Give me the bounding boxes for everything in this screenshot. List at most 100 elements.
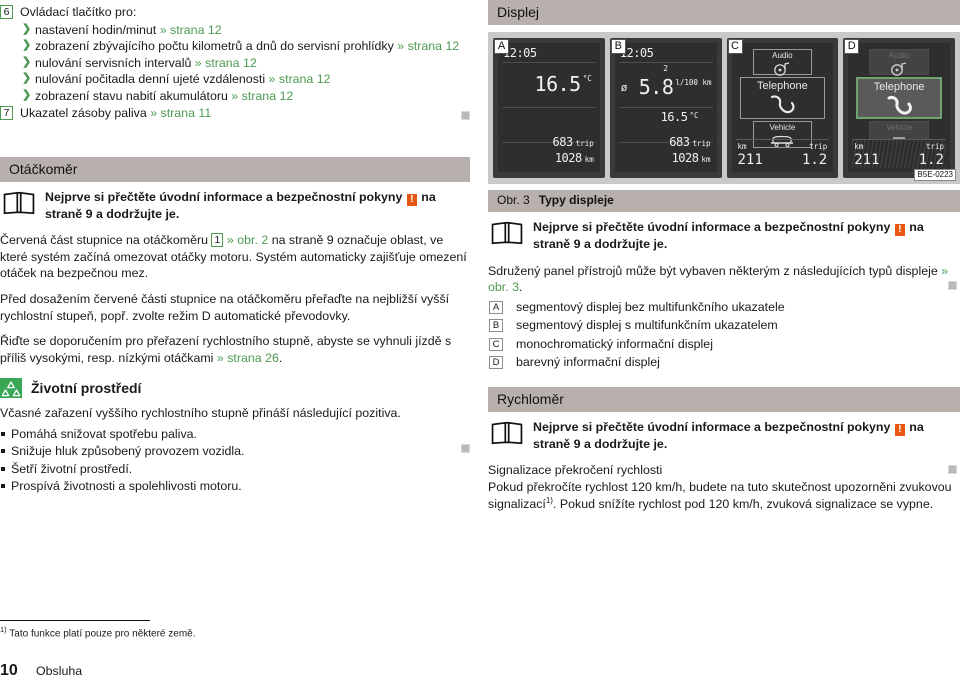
list-item: ❯ nulování počitadla denní ujeté vzdálen… xyxy=(22,71,470,88)
consumption-value: 5.8 xyxy=(638,75,674,99)
odometer-value: 1028 xyxy=(554,151,582,166)
list-item: Pomáhá snižovat spotřebu paliva. xyxy=(0,426,470,443)
odometer-unit: km xyxy=(701,155,711,165)
display-panel-a: A 12:05 16.5 °C 683 trip 1028 km xyxy=(493,38,605,178)
trip-value: 1.2 xyxy=(801,152,828,168)
section-tachometer: Otáčkoměr Nejprve si přečtěte úvodní inf… xyxy=(0,156,470,495)
safety-note: Nejprve si přečtěte úvodní informace a b… xyxy=(488,219,960,253)
tacho-paragraph-2: Před dosažením červené části stupnice na… xyxy=(0,291,450,323)
footnote: 1) Tato funkce platí pouze pro některé z… xyxy=(0,625,196,640)
chevron-right-icon: ❯ xyxy=(22,72,32,84)
panel-badge-c: C xyxy=(727,39,743,54)
audio-disc-icon xyxy=(774,62,790,76)
phone-handset-icon xyxy=(887,95,913,115)
safety-note: Nejprve si přečtěte úvodní informace a b… xyxy=(488,419,960,453)
panel-b-screen: 12:05 2 ø 5.8 l/100 km 16.5 °C 683 trip … xyxy=(614,43,717,172)
list-item: D barevný informační displej xyxy=(488,354,960,371)
chevron-right-icon: ❯ xyxy=(22,39,32,51)
legend-label: Ovládací tlačítko pro: xyxy=(20,5,137,19)
page-reference-link[interactable]: » strana 12 xyxy=(397,39,459,53)
chevron-right-icon: ❯ xyxy=(22,88,32,101)
safety-note-text: Nejprve si přečtěte úvodní informace a b… xyxy=(533,419,924,451)
panel-c-status-bar: km trip 211 1.2 xyxy=(735,139,830,169)
warning-icon: ! xyxy=(894,423,905,436)
display-types-list: A segmentový displej bez multifunkčního … xyxy=(488,299,960,371)
sub-item-text: zobrazení stavu nabití akumulátoru xyxy=(35,88,228,103)
sub-item-text: nulování počitadla denní ujeté vzdálenos… xyxy=(35,72,266,86)
menu-tile-audio[interactable]: Audio xyxy=(869,49,929,76)
section-speedometer: Rychloměr Nejprve si přečtěte úvodní inf… xyxy=(488,386,960,513)
odometer-value: 1028 xyxy=(671,151,699,166)
page-reference-link[interactable]: » strana 26 xyxy=(217,351,279,365)
page-reference-link[interactable]: » strana 12 xyxy=(195,56,257,70)
panel-a-trip-block: 683 trip 1028 km xyxy=(553,135,594,167)
page-reference-link[interactable]: » strana 12 xyxy=(269,72,331,86)
warning-icon: ! xyxy=(894,224,905,236)
menu-tile-label: Audio xyxy=(888,51,910,60)
legend-item-6: 6 Ovládací tlačítko pro: xyxy=(0,4,470,21)
list-item: ❯ zobrazení stavu nabití akumulátoru » s… xyxy=(22,88,470,105)
manual-page: 6 Ovládací tlačítko pro: ❯ nastavení hod… xyxy=(0,0,960,679)
speedo-subheading: Signalizace překročení rychlosti xyxy=(488,463,663,478)
display-type-badge: D xyxy=(489,356,503,370)
list-item: Prospívá životnosti a spolehlivosti moto… xyxy=(0,478,470,495)
menu-tile-telephone[interactable]: Telephone xyxy=(856,77,942,119)
audio-disc-icon xyxy=(891,61,907,76)
menu-tile-label: Vehicle xyxy=(769,123,796,132)
page-reference-link[interactable]: » strana 11 xyxy=(150,106,211,120)
list-item: ❯ nulování servisních intervalů » strana… xyxy=(22,55,470,72)
footnote-marker: 1) xyxy=(0,625,7,634)
phone-handset-icon xyxy=(771,95,795,113)
display-intro-paragraph: Sdružený panel přístrojů může být vybave… xyxy=(488,263,949,295)
tacho-paragraph-3: Řiďte se doporučením pro přeřazení rychl… xyxy=(0,334,452,365)
page-footer: 10 Obsluha xyxy=(0,660,82,679)
menu-tile-telephone[interactable]: Telephone xyxy=(739,77,826,119)
consumption-unit: l/100 km xyxy=(675,78,712,87)
average-symbol: ø xyxy=(620,81,628,94)
panel-c-screen: Audio Telephone Vehicle km trip 211 1.2 xyxy=(731,43,834,172)
figure-reference-link[interactable]: » obr. 2 xyxy=(227,233,268,247)
display-type-badge: A xyxy=(489,300,503,314)
section-title-display: Displej xyxy=(488,0,960,25)
page-reference-link[interactable]: » strana 12 xyxy=(231,89,293,103)
book-icon xyxy=(491,421,523,444)
trip-label: trip xyxy=(692,139,711,149)
list-item: C monochromatický informační displej xyxy=(488,336,960,353)
section-title-speedometer: Rychloměr xyxy=(488,386,960,412)
figure-number: Obr. 3 xyxy=(497,193,530,208)
trip-value: 1.2 xyxy=(918,152,944,168)
environment-title: Životní prostředí xyxy=(31,380,142,397)
panel-badge-d: D xyxy=(844,39,860,54)
recycling-icon xyxy=(0,378,22,399)
figure-caption: Obr. 3 Typy displeje xyxy=(488,190,960,212)
display-panel-c: C Audio Telephone Vehicle km trip 211 1.… xyxy=(726,38,839,178)
menu-tile-label: Vehicle xyxy=(886,123,913,132)
display-type-text: barevný informační displej xyxy=(516,355,660,370)
section-title-tachometer: Otáčkoměr xyxy=(0,156,470,182)
display-type-text: segmentový displej bez multifunkčního uk… xyxy=(516,299,785,314)
edge-marker xyxy=(948,281,957,290)
outside-temp-unit: °C xyxy=(582,74,592,83)
left-column: 6 Ovládací tlačítko pro: ❯ nastavení hod… xyxy=(0,0,470,496)
page-reference-link[interactable]: » strana 12 xyxy=(160,23,222,37)
panel-a-screen: 12:05 16.5 °C 683 trip 1028 km xyxy=(498,43,600,172)
odometer-value: 211 xyxy=(737,152,763,168)
legend-number-badge: 7 xyxy=(0,106,13,120)
menu-tile-audio[interactable]: Audio xyxy=(752,49,813,76)
display-type-text: monochromatický informační displej xyxy=(516,336,713,351)
display-type-badge: C xyxy=(489,337,503,351)
chevron-right-icon: ❯ xyxy=(22,55,32,68)
legend-label: Ukazatel zásoby paliva » strana 11 xyxy=(20,106,212,120)
footnote-marker[interactable]: 1) xyxy=(546,496,553,505)
book-icon xyxy=(491,221,523,245)
display-panel-b: B 12:05 2 ø 5.8 l/100 km 16.5 °C 683 tri… xyxy=(609,38,722,178)
legend-item-7: 7 Ukazatel zásoby paliva » strana 11 xyxy=(0,105,470,122)
panel-badge-a: A xyxy=(494,39,509,54)
legend-number-badge: 6 xyxy=(0,5,13,19)
display-type-text: segmentový displej s multifunkčním ukaza… xyxy=(516,318,778,333)
right-column: Displej A 12:05 16.5 °C 683 trip 1028 km… xyxy=(488,0,960,521)
list-item: Snižuje hluk způsobený provozem vozidla. xyxy=(0,443,470,460)
trip-value: 683 xyxy=(669,135,690,150)
sub-item-text: nastavení hodin/minut xyxy=(35,22,157,37)
list-item: Šetří životní prostředí. xyxy=(0,461,470,478)
